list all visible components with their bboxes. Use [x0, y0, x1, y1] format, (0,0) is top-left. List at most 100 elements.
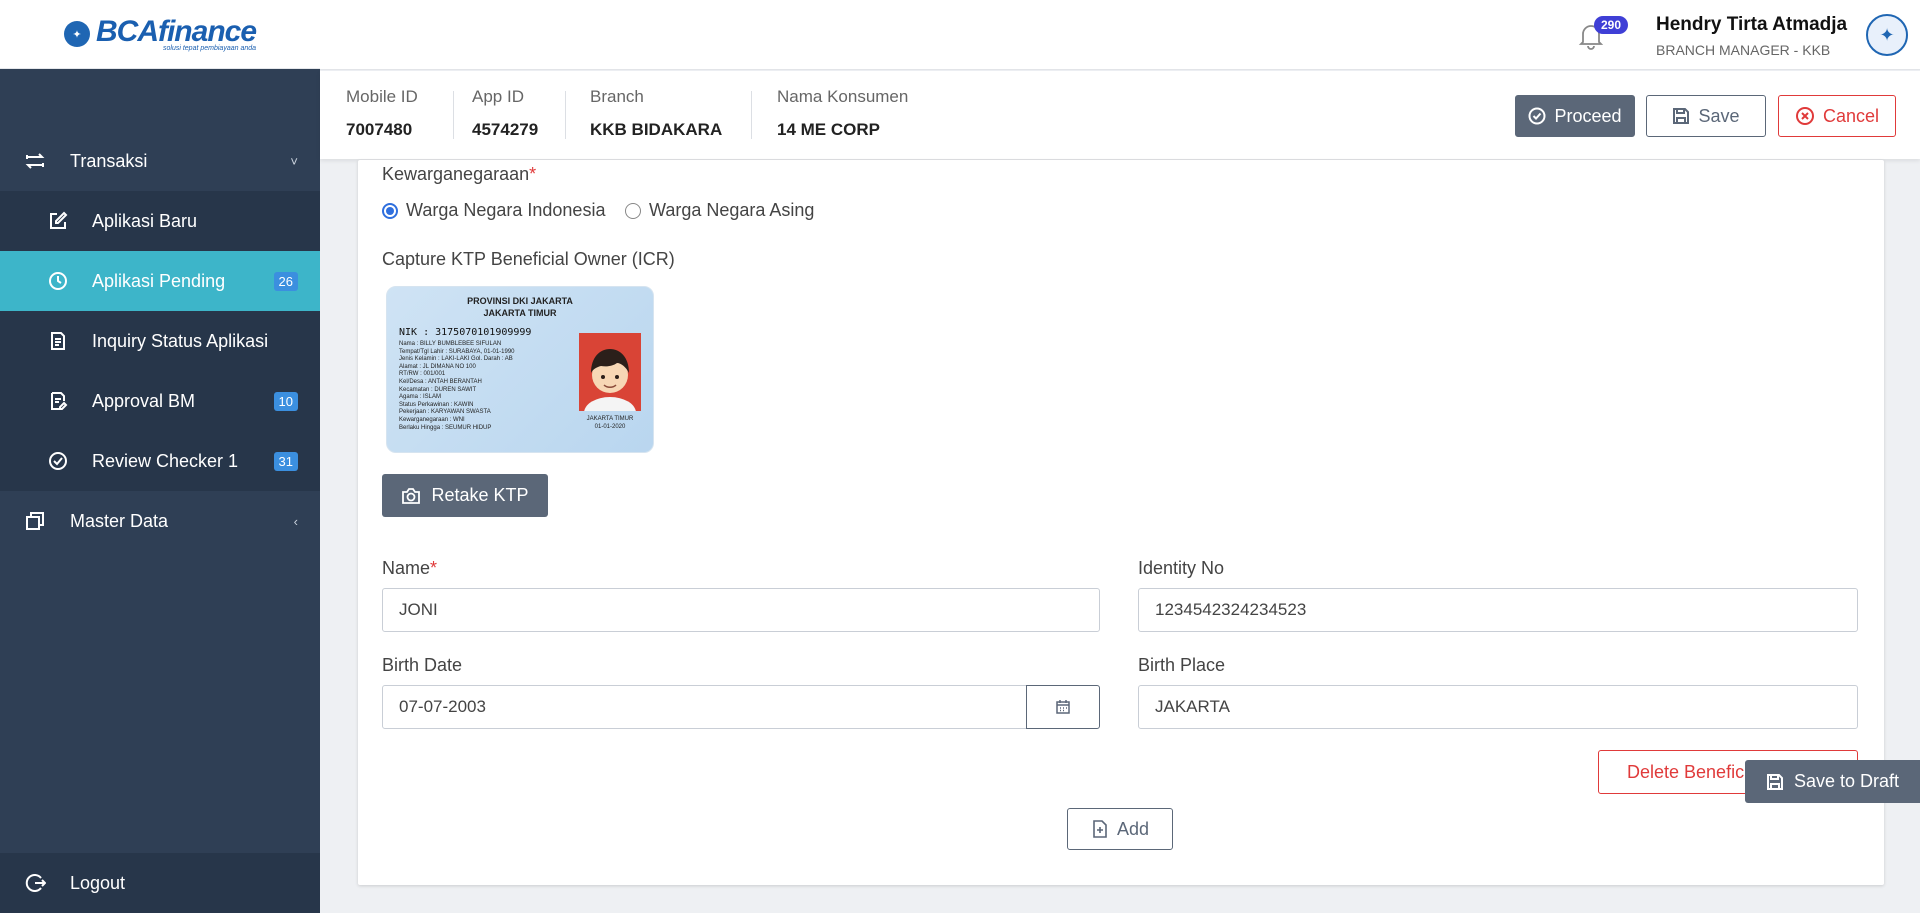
branch-value: KKB BIDAKARA — [590, 120, 723, 139]
sidebar-item-aplikasi-pending[interactable]: Aplikasi Pending 26 — [0, 251, 320, 311]
radio-label: Warga Negara Asing — [649, 200, 815, 220]
mobile-id-label: Mobile ID — [346, 87, 418, 106]
ktp-nik: NIK : 3175070101909999 — [399, 327, 532, 338]
ktp-photo — [579, 333, 641, 411]
ktp-row: RT/RW : 001/001 — [399, 371, 446, 378]
user-name: Hendry Tirta Atmadja — [1656, 14, 1848, 35]
sidebar-item-aplikasi-baru[interactable]: Aplikasi Baru — [0, 191, 320, 251]
capture-ktp-label: Capture KTP Beneficial Owner (ICR) — [382, 249, 675, 269]
identity-value: 1234542324234523 — [1155, 600, 1307, 619]
birth-place-label: Birth Place — [1138, 655, 1226, 675]
chevron-down-icon: ˅ — [290, 153, 298, 169]
brand-logo[interactable]: ✦ BCAfinance solusi tepat pembiayaan and… — [63, 14, 257, 52]
ktp-province: PROVINSI DKI JAKARTA — [467, 296, 573, 306]
app-id-field: App ID 4574279 — [472, 87, 538, 140]
mobile-id-field: Mobile ID 7007480 — [346, 87, 418, 140]
save-to-draft-button[interactable]: Save to Draft — [1745, 760, 1920, 803]
proceed-button[interactable]: Proceed — [1515, 95, 1635, 137]
sidebar-item-label: Review Checker 1 — [92, 450, 239, 471]
document-list-icon — [48, 331, 68, 351]
sidebar-item-review-checker[interactable]: Review Checker 1 31 — [0, 431, 320, 491]
sidebar-item-label: Inquiry Status Aplikasi — [92, 330, 269, 351]
consumer-field: Nama Konsumen 14 ME CORP — [777, 87, 908, 140]
ktp-issue-date: 01-01-2020 — [594, 424, 626, 430]
camera-icon — [402, 487, 421, 504]
ktp-rows: Nama : BILLY BUMBLEBEE SIFULAN Tempat/Tg… — [399, 341, 515, 432]
person-avatar-icon — [584, 349, 636, 411]
radio-label: Warga Negara Indonesia — [406, 200, 606, 220]
logo-box: ✦ BCAfinance solusi tepat pembiayaan and… — [0, 0, 320, 69]
ktp-image[interactable]: PROVINSI DKI JAKARTA JAKARTA TIMUR NIK :… — [386, 286, 654, 453]
sidebar-item-label: Aplikasi Pending — [92, 270, 226, 291]
ktp-row: Alamat : JL DIMANA NO 100 — [399, 363, 476, 370]
floppy-disk-icon — [1673, 108, 1690, 124]
divider — [751, 91, 752, 139]
name-field[interactable]: JONI — [382, 588, 1100, 632]
cancel-button[interactable]: Cancel — [1778, 95, 1896, 137]
edit-square-icon — [48, 211, 68, 231]
ktp-header: PROVINSI DKI JAKARTA JAKARTA TIMUR — [387, 287, 653, 319]
ktp-row: Jenis Kelamin : LAKI-LAKI Gol. Darah : A… — [399, 356, 513, 363]
logout-label: Logout — [70, 872, 126, 893]
chevron-left-icon: ‹ — [293, 513, 298, 529]
add-document-icon — [1093, 820, 1107, 838]
radio-wna[interactable]: Warga Negara Asing — [625, 200, 814, 221]
radio-checked-icon — [382, 202, 398, 219]
close-circle-icon — [1795, 107, 1814, 125]
logout-icon — [24, 872, 46, 894]
ktp-row: Status Perkawinan : KAWIN — [399, 401, 474, 408]
ktp-issue: JAKARTA TIMUR 01-01-2020 — [577, 415, 643, 431]
logout-button[interactable]: Logout — [0, 853, 320, 913]
divider — [453, 91, 454, 139]
citizenship-label-text: Kewarganegaraan — [382, 164, 530, 184]
required-marker: * — [430, 558, 438, 578]
branch-label: Branch — [590, 87, 644, 106]
app-id-value: 4574279 — [472, 120, 539, 139]
sidebar-item-approval-bm[interactable]: Approval BM 10 — [0, 371, 320, 431]
date-picker-button[interactable] — [1026, 685, 1100, 729]
check-circle-icon — [1528, 107, 1546, 125]
birth-place-field[interactable]: JAKARTA — [1138, 685, 1858, 729]
ktp-row: Kecamatan : DUREN SAWIT — [399, 386, 477, 393]
birth-date-field[interactable]: 07-07-2003 — [382, 685, 1027, 729]
sidebar-group-label: Transaksi — [70, 150, 148, 171]
cancel-label: Cancel — [1822, 105, 1880, 126]
document-edit-icon — [48, 391, 68, 411]
save-button[interactable]: Save — [1646, 95, 1766, 137]
sidebar-group-label: Master Data — [70, 510, 169, 531]
birth-date-label: Birth Date — [382, 655, 463, 675]
citizenship-label: Kewarganegaraan* — [382, 164, 536, 185]
required-marker: * — [529, 164, 537, 184]
ktp-row: Berlaku Hingga : SEUMUR HIDUP — [399, 424, 492, 431]
consumer-label: Nama Konsumen — [777, 87, 909, 106]
ktp-row: Tempat/Tgl Lahir : SURABAYA, 01-01-1990 — [399, 348, 515, 355]
add-label: Add — [1116, 818, 1150, 839]
sidebar-group-transaksi[interactable]: Transaksi ˅ — [0, 131, 320, 191]
arrows-exchange-icon — [24, 150, 46, 172]
divider — [565, 91, 566, 139]
sidebar-group-master-data[interactable]: Master Data ‹ — [0, 491, 320, 551]
identity-field[interactable]: 1234542324234523 — [1138, 588, 1858, 632]
consumer-value: 14 ME CORP — [777, 120, 880, 139]
sidebar-nav: Transaksi ˅ Aplikasi Baru Aplikasi Pendi… — [0, 131, 320, 551]
name-value: JONI — [399, 600, 438, 619]
name-label: Name* — [382, 558, 437, 579]
sidebar-submenu: Aplikasi Baru Aplikasi Pending 26 Inquir… — [0, 191, 320, 491]
save-label: Save — [1698, 105, 1740, 126]
clock-icon — [48, 271, 68, 291]
application-info-bar: Mobile ID 7007480 App ID 4574279 Branch … — [320, 71, 1920, 159]
sidebar-item-inquiry-status[interactable]: Inquiry Status Aplikasi — [0, 311, 320, 371]
add-button[interactable]: Add — [1067, 808, 1173, 850]
radio-wni[interactable]: Warga Negara Indonesia — [382, 200, 605, 221]
bca-seal-icon: ✦ — [63, 21, 90, 47]
logo-text: BCAfinance — [95, 14, 257, 48]
name-label-text: Name — [382, 558, 431, 578]
branch-field: Branch KKB BIDAKARA — [590, 87, 722, 140]
identity-label: Identity No — [1138, 558, 1225, 578]
ktp-row: Nama : BILLY BUMBLEBEE SIFULAN — [399, 341, 502, 347]
sidebar-item-label: Aplikasi Baru — [92, 210, 198, 231]
retake-ktp-button[interactable]: Retake KTP — [382, 474, 548, 517]
ktp-row: Pekerjaan : KARYAWAN SWASTA — [399, 409, 491, 416]
avatar[interactable]: ✦ — [1866, 14, 1908, 56]
ktp-row: Kewarganegaraan : WNI — [399, 416, 465, 423]
